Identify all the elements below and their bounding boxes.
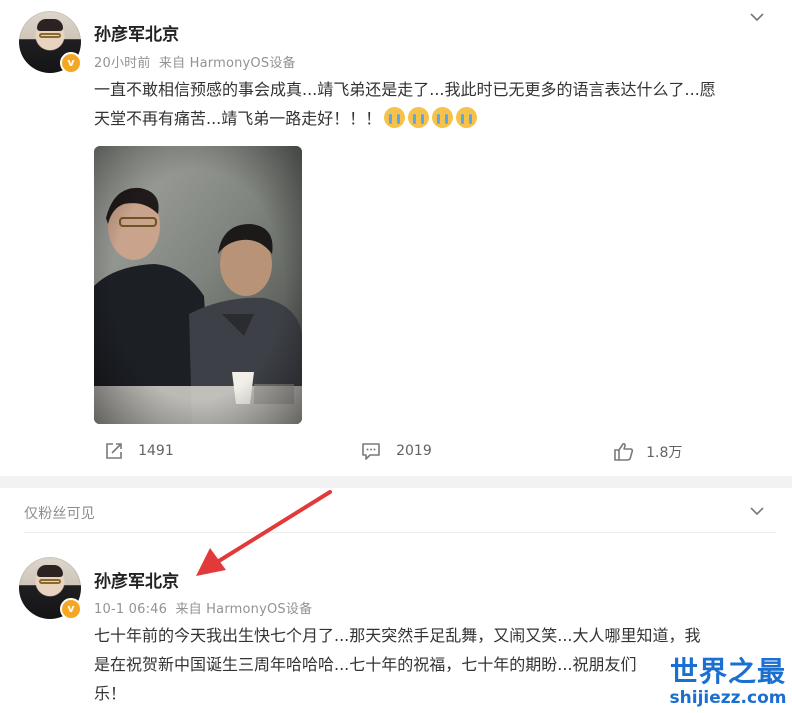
- repost-count: 1491: [138, 442, 174, 459]
- post-image[interactable]: [94, 146, 302, 424]
- post-source: 来自 HarmonyOS设备: [158, 56, 296, 71]
- comment-icon: [362, 442, 380, 460]
- post-source: 来自 HarmonyOS设备: [175, 602, 313, 617]
- share-icon: [106, 442, 122, 459]
- post-divider: [0, 476, 792, 488]
- like-button[interactable]: 1.8万: [613, 441, 682, 462]
- post-content-line: 天堂不再有痛苦...靖飞弟一路走好！！！: [94, 104, 784, 133]
- verified-badge-icon: v: [60, 598, 82, 620]
- chevron-down-icon[interactable]: [749, 503, 765, 519]
- post-time[interactable]: 10-1 06:46: [94, 602, 167, 617]
- author-name[interactable]: 孙彦军北京: [94, 567, 179, 592]
- watermark-url: shijiezz.com: [669, 688, 787, 708]
- avatar[interactable]: v: [19, 557, 82, 620]
- post-meta: 20小时前 来自 HarmonyOS设备: [94, 52, 296, 71]
- thumbs-up-icon: [614, 442, 634, 461]
- separator: [24, 532, 776, 533]
- repost-button[interactable]: 1491: [104, 440, 174, 461]
- watermark-logo: 世界之最 shijiezz.com: [668, 650, 788, 708]
- like-count: 1.8万: [646, 444, 683, 461]
- crying-emoji-icon: [456, 107, 478, 128]
- post-meta: 10-1 06:46 来自 HarmonyOS设备: [94, 598, 312, 617]
- annotation-arrow: [196, 490, 332, 576]
- post-content-line: 一直不敢相信预感的事会成真...靖飞弟还是走了...我此时已无更多的语言表达什么…: [94, 80, 716, 99]
- verified-badge-icon: v: [60, 52, 82, 74]
- post-content: 一直不敢相信预感的事会成真...靖飞弟还是走了...我此时已无更多的语言表达什么…: [94, 75, 784, 133]
- avatar[interactable]: v: [19, 11, 82, 74]
- comment-count: 2019: [396, 442, 432, 459]
- author-name[interactable]: 孙彦军北京: [94, 20, 179, 45]
- crying-emoji-icon: [408, 107, 430, 128]
- chevron-down-icon[interactable]: [749, 9, 765, 25]
- crying-emoji-icon: [432, 107, 454, 128]
- comment-button[interactable]: 2019: [361, 440, 432, 461]
- post-image-content: [94, 146, 302, 424]
- watermark-title: 世界之最: [669, 655, 786, 688]
- visibility-note: 仅粉丝可见: [24, 506, 95, 522]
- post-content-line: 七十年前的今天我出生快七个月了...那天突然手足乱舞，又闹又笑...大人哪里知道…: [94, 626, 701, 645]
- crying-emoji-icon: [384, 107, 406, 128]
- post-time[interactable]: 20小时前: [94, 56, 151, 71]
